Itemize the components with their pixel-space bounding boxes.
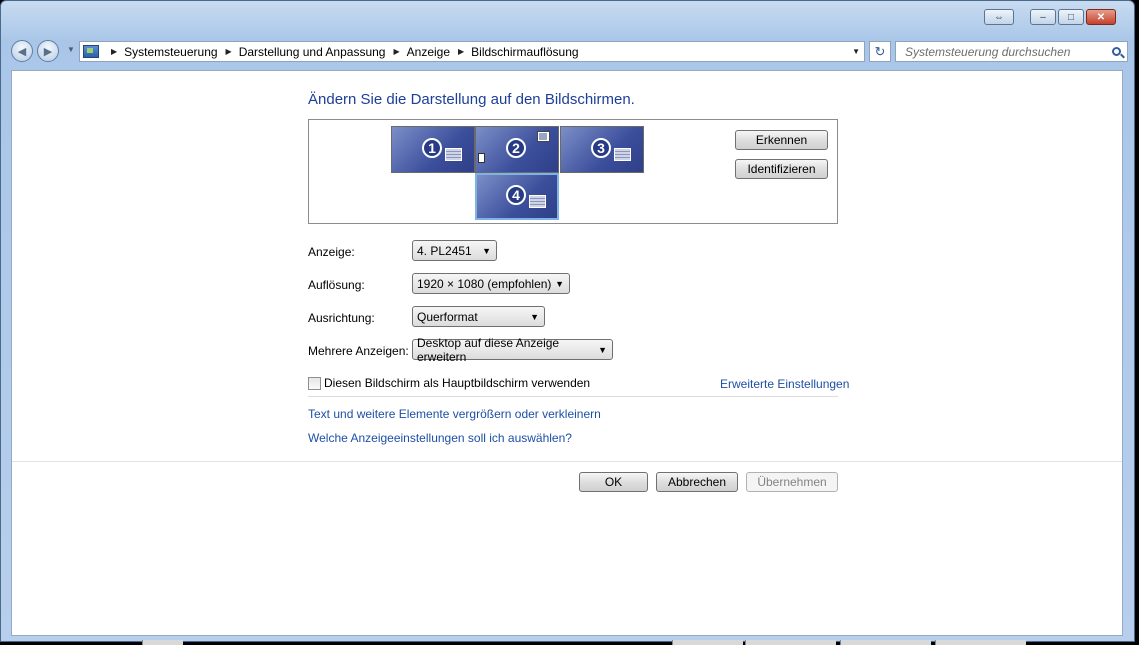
taskbar-item[interactable] [935,640,1026,645]
search-box[interactable] [895,41,1128,62]
search-icon[interactable] [1112,47,1121,56]
monitor-number: 3 [591,138,611,158]
breadcrumb-item[interactable]: ▶ Anzeige [385,45,450,59]
which-settings-link[interactable]: Welche Anzeigeeinstellungen soll ich aus… [308,431,572,445]
display-select-value: 4. PL2451 [417,243,472,258]
monitor-number: 4 [506,185,526,205]
refresh-icon: ↻ [874,43,886,59]
divider [308,396,838,397]
breadcrumb-item[interactable]: ▶ Bildschirmauflösung [450,45,579,59]
maximize-button[interactable]: □ [1058,9,1084,25]
orientation-select-value: Querformat [417,309,478,324]
taskbar-item[interactable] [840,640,931,645]
recent-pages-dropdown-icon[interactable]: ▼ [67,45,75,54]
multiple-displays-label: Mehrere Anzeigen: [308,344,409,358]
monitor-arrangement-preview: 1 2 3 4 Erkennen Identifizieren [308,119,838,224]
address-bar[interactable]: ▶ Systemsteuerung ▶ Darstellung und Anpass… [79,41,865,62]
taskbar-item[interactable] [672,640,743,645]
resolution-select[interactable]: 1920 × 1080 (empfohlen) ▼ [412,273,570,294]
breadcrumb-arrow-icon[interactable]: ▶ [458,47,464,56]
search-input[interactable] [903,43,1097,60]
monitor-2[interactable]: 2 [475,126,559,173]
monitor-number: 1 [422,138,442,158]
primary-display-checkbox[interactable] [308,376,321,390]
monitor-1[interactable]: 1 [391,126,475,173]
refresh-button[interactable]: ↻ [869,41,891,62]
breadcrumb-anzeige[interactable]: Anzeige [407,45,450,59]
cancel-button[interactable]: Abbrechen [656,472,738,492]
resolution-select-value: 1920 × 1080 (empfohlen) [417,276,552,291]
address-dropdown-icon[interactable]: ▼ [852,47,860,56]
minimize-button[interactable]: – [1030,9,1056,25]
back-button[interactable]: ◀ [11,40,33,62]
taskbar-item[interactable] [745,640,836,645]
advanced-settings-link[interactable]: Erweiterte Einstellungen [720,377,849,391]
chevron-down-icon: ▼ [482,245,491,256]
content-pane: Ändern Sie die Darstellung auf den Bilds… [11,70,1123,636]
page-title: Ändern Sie die Darstellung auf den Bilds… [308,91,635,108]
taskbar-item[interactable] [142,640,183,645]
breadcrumb-arrow-icon[interactable]: ▶ [226,47,232,56]
breadcrumb-systemsteuerung[interactable]: Systemsteuerung [124,45,217,59]
detect-button[interactable]: Erkennen [735,130,828,150]
breadcrumb-item[interactable]: ▶ Systemsteuerung [103,45,218,59]
breadcrumb-item[interactable]: ▶ Darstellung und Anpassung [218,45,386,59]
monitor-grid-icon [445,148,462,161]
control-panel-icon [83,45,99,58]
switch-windows-icon[interactable]: ⇔ [984,9,1014,25]
close-button[interactable]: ✕ [1086,9,1116,25]
resolution-label: Auflösung: [308,278,365,292]
caption-buttons: ⇔ – □ ✕ [984,9,1116,25]
breadcrumb-bildschirmaufloesung[interactable]: Bildschirmauflösung [471,45,578,59]
multiple-displays-select-value: Desktop auf diese Anzeige erweitern [417,335,560,364]
display-label: Anzeige: [308,245,355,259]
identify-button[interactable]: Identifizieren [735,159,828,179]
monitor-3[interactable]: 3 [560,126,644,173]
monitor-4-selected[interactable]: 4 [475,173,559,220]
chevron-down-icon: ▼ [598,344,607,355]
text-size-link[interactable]: Text und weitere Elemente vergrößern ode… [308,407,601,421]
display-select[interactable]: 4. PL2451 ▼ [412,240,497,261]
chevron-down-icon: ▼ [530,311,539,322]
primary-display-checkbox-row[interactable]: Diesen Bildschirm als Hauptbildschirm ve… [308,376,590,390]
monitor-number: 2 [506,138,526,158]
window-icon [537,131,550,142]
divider [12,461,1122,462]
forward-button[interactable]: ▶ [37,40,59,62]
breadcrumb-darstellung[interactable]: Darstellung und Anpassung [239,45,386,59]
forward-arrow-icon: ▶ [43,45,53,58]
back-arrow-icon: ◀ [17,45,27,58]
apply-button[interactable]: Übernehmen [746,472,838,492]
primary-display-checkbox-label[interactable]: Diesen Bildschirm als Hauptbildschirm ve… [324,376,590,390]
breadcrumb-arrow-icon[interactable]: ▶ [393,47,399,56]
breadcrumb-arrow-icon[interactable]: ▶ [111,47,117,56]
navigation-bar: ◀ ▶ ▼ ▶ Systemsteuerung ▶ Darstellung und … [9,39,1128,65]
taskbar-icon [478,153,485,163]
control-panel-window: ⇔ – □ ✕ ◀ ▶ ▼ ▶ Systemsteuerung ▶ Darstell… [0,0,1135,642]
ok-button[interactable]: OK [579,472,648,492]
chevron-down-icon: ▼ [555,278,564,289]
monitor-grid-icon [614,148,631,161]
monitor-grid-icon [529,195,546,208]
multiple-displays-select[interactable]: Desktop auf diese Anzeige erweitern ▼ [412,336,613,364]
orientation-label: Ausrichtung: [308,311,375,325]
orientation-select[interactable]: Querformat ▼ [412,306,545,327]
